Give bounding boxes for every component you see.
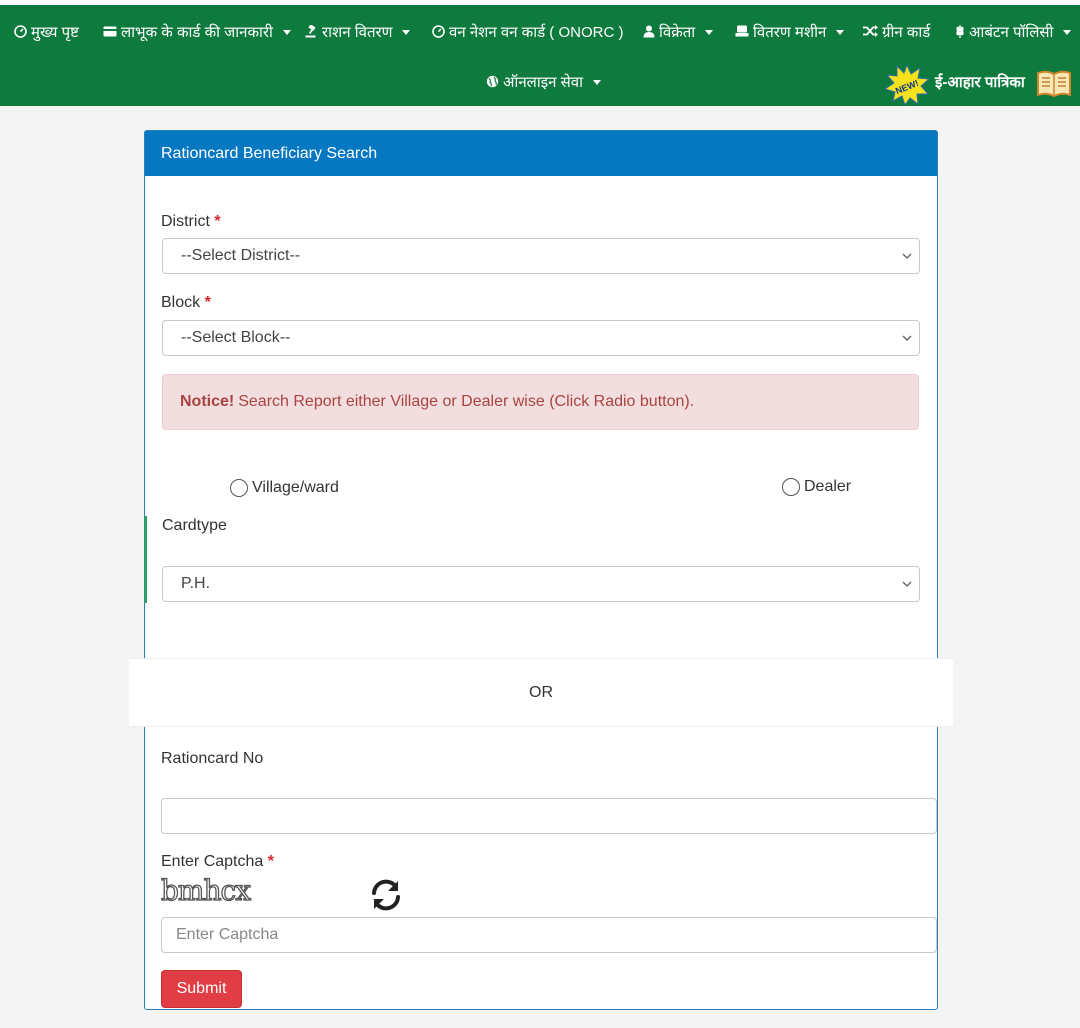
machine-icon [735, 25, 749, 39]
caret-down-icon [705, 29, 714, 35]
caret-down-icon [592, 79, 601, 85]
nav-label: वितरण मशीन [753, 24, 827, 41]
notice-text: Search Report either Village or Dealer w… [238, 393, 695, 410]
block-select-value: --Select Block-- [181, 329, 291, 346]
cardtype-label: Cardtype [162, 517, 227, 534]
nav-label: विक्रेता [659, 24, 696, 41]
nav-item-home[interactable]: मुख्य पृष्ट [14, 22, 79, 42]
nav-item-allotment-policy[interactable]: आबंटन पॉलिसी [955, 22, 1072, 42]
captcha-image: bmhcx [160, 873, 251, 907]
district-label: District * [161, 213, 221, 231]
nav-label: ग्रीन कार्ड [882, 24, 931, 41]
cardtype-select-value: P.H. [181, 575, 211, 592]
nav-item-onorc[interactable]: वन नेशन वन कार्ड ( ONORC ) [432, 22, 623, 42]
block-label-text: Block [161, 294, 201, 311]
dashboard-icon [14, 24, 27, 40]
block-select[interactable]: --Select Block-- [162, 320, 920, 356]
globe-icon [486, 75, 499, 90]
or-separator: OR [129, 658, 953, 727]
nav-label: मुख्य पृष्ट [31, 24, 79, 41]
captcha-input[interactable] [161, 917, 937, 953]
chevron-down-icon [902, 581, 912, 587]
section-accent-bar [144, 516, 147, 603]
radio-dealer-label: Dealer [804, 478, 852, 495]
district-select[interactable]: --Select District-- [162, 238, 920, 274]
new-badge-icon: NEW! [885, 65, 929, 105]
required-mark: * [214, 213, 221, 230]
submit-button[interactable]: Submit [161, 970, 242, 1008]
captcha-label-text: Enter Captcha [161, 853, 264, 870]
required-mark: * [204, 294, 211, 311]
block-label: Block * [161, 294, 211, 312]
caret-down-icon [1063, 29, 1072, 35]
nav-label: लाभूक के कार्ड की जानकारी [121, 24, 273, 41]
radio-dealer[interactable]: Dealer [782, 478, 851, 496]
panel-title: Rationcard Beneficiary Search [145, 131, 937, 176]
main-navbar: मुख्य पृष्ट लाभूक के कार्ड की जानकारी रा… [0, 5, 1080, 106]
search-panel: Rationcard Beneficiary Search District *… [129, 130, 953, 1010]
eahar-link[interactable]: ई-आहार पात्रिका [935, 72, 1025, 92]
user-icon [643, 25, 655, 40]
notice-strong: Notice! [180, 393, 235, 410]
nav-label: ऑनलाइन सेवा [503, 74, 583, 91]
dashboard-icon [432, 24, 445, 40]
rationcard-label: Rationcard No [161, 750, 264, 767]
radio-button-dealer[interactable] [782, 478, 800, 496]
nav-item-dealer[interactable]: विक्रेता [643, 22, 714, 42]
rationcard-input[interactable] [161, 798, 937, 834]
nav-label: वन नेशन वन कार्ड ( ONORC ) [449, 24, 624, 41]
caret-down-icon [836, 29, 845, 35]
chevron-down-icon [902, 253, 912, 259]
radio-village-label: Village/ward [252, 479, 339, 496]
notice-alert: Notice! Search Report either Village or … [162, 374, 919, 430]
grain-icon [955, 24, 965, 40]
caret-down-icon [282, 29, 291, 35]
required-mark: * [267, 853, 274, 870]
radio-button-village[interactable] [230, 479, 248, 497]
nav-item-ration-distribution[interactable]: राशन वितरण [305, 22, 411, 42]
chevron-down-icon [902, 335, 912, 341]
cardtype-select[interactable]: P.H. [162, 566, 920, 602]
nav-item-green-card[interactable]: ग्रीन कार्ड [863, 22, 930, 42]
nav-item-card-info[interactable]: लाभूक के कार्ड की जानकारी [103, 22, 291, 42]
nav-label: राशन वितरण [322, 24, 393, 41]
radio-village[interactable]: Village/ward [230, 479, 339, 497]
gavel-icon [305, 23, 318, 40]
nav-item-distribution-machine[interactable]: वितरण मशीन [735, 22, 845, 42]
shuffle-icon [863, 25, 878, 39]
refresh-icon[interactable] [369, 878, 403, 912]
nav-item-online-service[interactable]: ऑनलाइन सेवा [486, 72, 601, 92]
or-text: OR [529, 683, 553, 701]
card-icon [103, 26, 117, 39]
captcha-label: Enter Captcha * [161, 853, 274, 871]
book-icon[interactable] [1036, 69, 1072, 99]
district-select-value: --Select District-- [181, 247, 301, 264]
nav-label: आबंटन पॉलिसी [969, 24, 1054, 41]
district-label-text: District [161, 213, 210, 230]
caret-down-icon [402, 29, 411, 35]
